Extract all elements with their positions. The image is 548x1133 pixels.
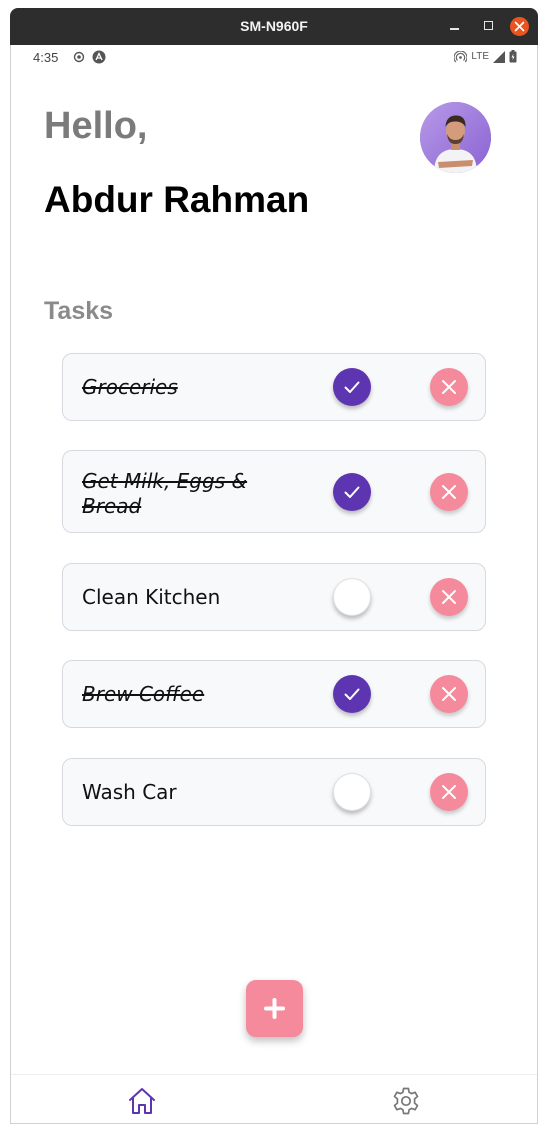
close-icon <box>442 485 456 499</box>
user-name: Abdur Rahman <box>44 179 310 220</box>
close-icon <box>442 785 456 799</box>
greeting-text: Hello, <box>44 105 148 147</box>
home-icon <box>129 1088 155 1114</box>
plus-icon <box>264 998 285 1019</box>
task-complete-toggle[interactable] <box>333 773 371 811</box>
close-icon <box>442 687 456 701</box>
signal-icon <box>493 50 505 63</box>
task-complete-toggle[interactable] <box>333 675 371 713</box>
avatar[interactable] <box>420 102 491 173</box>
battery-icon <box>509 50 517 63</box>
task-label: Wash Car <box>82 780 177 804</box>
task-label: Brew Coffee <box>82 682 205 706</box>
bottom-navigation <box>11 1074 537 1123</box>
delete-task-button[interactable] <box>430 473 468 511</box>
task-card: Wash Car <box>62 758 486 826</box>
task-card: Brew Coffee <box>62 660 486 728</box>
tasks-heading: Tasks <box>44 297 114 325</box>
profile-photo <box>420 102 491 173</box>
phone-screen: 4:35 LTE Hello, Abdur Rahman Tasks Groce… <box>10 45 538 1124</box>
check-icon <box>344 381 360 393</box>
maximize-button[interactable] <box>480 16 500 36</box>
nav-settings[interactable] <box>390 1085 422 1117</box>
task-complete-toggle[interactable] <box>333 368 371 406</box>
window-titlebar[interactable]: SM-N960F <box>10 8 538 45</box>
network-type: LTE <box>471 51 489 62</box>
app-notification-icon <box>92 50 106 64</box>
task-label: Get Milk, Eggs & Bread <box>82 469 248 518</box>
task-card: Groceries <box>62 353 486 421</box>
delete-task-button[interactable] <box>430 368 468 406</box>
minimize-button[interactable] <box>446 16 466 36</box>
check-icon <box>344 486 360 498</box>
task-card: Get Milk, Eggs & Bread <box>62 450 486 533</box>
task-label: Clean Kitchen <box>82 585 221 609</box>
status-indicators: LTE <box>454 50 517 63</box>
hotspot-icon <box>454 50 468 62</box>
app-window: SM-N960F 4:35 LTE Hello, Abdur Rahman Ta… <box>0 0 548 1133</box>
close-icon <box>514 21 525 32</box>
record-icon <box>73 51 85 63</box>
nav-home[interactable] <box>126 1085 158 1117</box>
task-complete-toggle[interactable] <box>333 578 371 616</box>
delete-task-button[interactable] <box>430 578 468 616</box>
delete-task-button[interactable] <box>430 773 468 811</box>
status-bar: 4:35 LTE <box>11 45 537 69</box>
close-icon <box>442 590 456 604</box>
close-window-button[interactable] <box>510 17 529 36</box>
task-complete-toggle[interactable] <box>333 473 371 511</box>
task-card: Clean Kitchen <box>62 563 486 631</box>
close-icon <box>442 380 456 394</box>
status-time: 4:35 <box>33 50 59 65</box>
task-label: Groceries <box>82 375 178 399</box>
add-task-button[interactable] <box>246 980 303 1037</box>
gear-icon <box>393 1087 419 1115</box>
delete-task-button[interactable] <box>430 675 468 713</box>
check-icon <box>344 688 360 700</box>
